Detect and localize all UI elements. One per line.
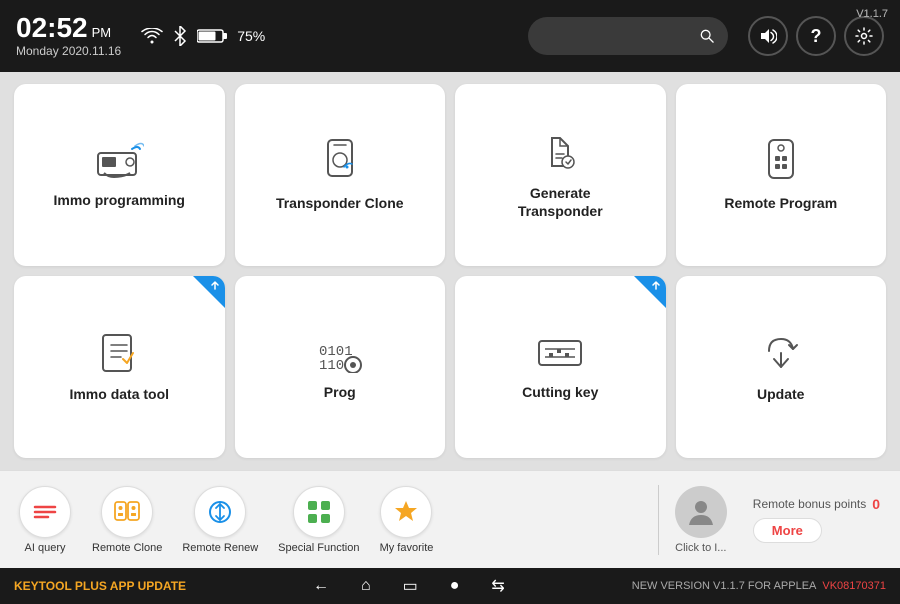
svg-text:110: 110 — [319, 358, 344, 373]
settings-button[interactable] — [844, 16, 884, 56]
nav-icons: ← ⌂ ▭ ● ⇆ — [186, 576, 632, 596]
remote-program-label: Remote Program — [724, 194, 837, 212]
card-prog[interactable]: 0101 110 Prog — [235, 276, 446, 458]
dock-items-list: AI query Remote Clone — [10, 480, 652, 560]
dock-divider — [658, 485, 659, 555]
my-favorite-label: My favorite — [380, 542, 434, 554]
time-display: 02:52 — [16, 14, 88, 42]
card-transponder-clone[interactable]: Transponder Clone — [235, 84, 446, 266]
card-immo-data-tool[interactable]: Immo data tool — [14, 276, 225, 458]
immo-programming-label: Immo programming — [54, 191, 185, 209]
time-suffix: PM — [92, 25, 112, 40]
bonus-label: Remote bonus points — [753, 497, 866, 511]
generate-transponder-label: Generate Transponder — [518, 184, 603, 220]
version-top: V1.1.7 — [856, 8, 888, 20]
date-display: Monday 2020.11.16 — [16, 44, 121, 58]
special-function-label: Special Function — [278, 542, 359, 554]
help-button[interactable]: ? — [796, 16, 836, 56]
card-generate-transponder[interactable]: Generate Transponder — [455, 84, 666, 266]
remote-program-icon — [763, 138, 799, 184]
recents-nav-icon[interactable]: ▭ — [403, 576, 418, 596]
dock-profile[interactable]: Click to I... — [675, 486, 727, 554]
update-icon — [759, 331, 803, 375]
search-bar[interactable] — [528, 17, 728, 55]
dock-ai-query[interactable]: AI query — [10, 480, 80, 560]
update-label: Update — [757, 385, 804, 403]
card-cutting-key[interactable]: Cutting key — [455, 276, 666, 458]
battery-percent: 75% — [237, 28, 265, 44]
cutting-key-icon — [535, 333, 585, 373]
transponder-clone-label: Transponder Clone — [276, 194, 404, 212]
version-text: NEW VERSION V1.1.7 FOR APPLEA — [632, 580, 817, 592]
update-text: KEYTOOL PLUS APP UPDATE — [14, 579, 186, 593]
search-icon — [700, 28, 714, 44]
remote-clone-icon-circle — [101, 486, 153, 538]
wifi-icon — [141, 28, 163, 44]
search-nav-icon[interactable]: ● — [450, 577, 460, 595]
time-block: 02:52 PM Monday 2020.11.16 — [16, 14, 121, 58]
remote-renew-label: Remote Renew — [182, 542, 258, 554]
card-update[interactable]: Update — [676, 276, 887, 458]
profile-label: Click to I... — [675, 542, 726, 554]
generate-transponder-icon — [538, 130, 582, 174]
bonus-row: Remote bonus points 0 — [753, 496, 880, 512]
my-favorite-icon-circle — [380, 486, 432, 538]
bottom-nav: KEYTOOL PLUS APP UPDATE ← ⌂ ▭ ● ⇆ NEW VE… — [0, 568, 900, 604]
home-nav-icon[interactable]: ⌂ — [361, 577, 371, 595]
immo-data-tool-icon — [97, 331, 141, 375]
dock-right-panel: Remote bonus points 0 More — [743, 496, 880, 543]
profile-avatar — [675, 486, 727, 538]
bluetooth-icon — [173, 26, 187, 46]
top-bar: 02:52 PM Monday 2020.11.16 7 — [0, 0, 900, 72]
bonus-value: 0 — [872, 496, 880, 512]
special-function-icon-circle — [293, 486, 345, 538]
ai-query-icon-circle — [19, 486, 71, 538]
serial-number: VK08170371 — [822, 580, 886, 592]
bottom-dock: AI query Remote Clone — [0, 470, 900, 568]
main-grid: Immo programming Transponder Clone Gen — [0, 72, 900, 470]
cutting-key-label: Cutting key — [522, 383, 598, 401]
transponder-clone-icon — [320, 138, 360, 184]
remote-renew-icon-circle — [194, 486, 246, 538]
back-nav-icon[interactable]: ← — [313, 577, 329, 595]
status-icons: 75% — [141, 26, 265, 46]
question-icon: ? — [811, 26, 822, 47]
prog-icon: 0101 110 — [315, 333, 365, 373]
top-icon-buttons: ? — [748, 16, 884, 56]
ai-query-label: AI query — [25, 542, 66, 554]
dock-remote-clone[interactable]: Remote Clone — [84, 480, 170, 560]
dock-my-favorite[interactable]: My favorite — [371, 480, 441, 560]
search-input[interactable] — [542, 28, 692, 44]
dock-special-function[interactable]: Special Function — [270, 480, 367, 560]
battery-icon — [197, 28, 227, 44]
immo-data-tool-label: Immo data tool — [69, 385, 169, 403]
gear-icon — [855, 27, 873, 45]
card-remote-program[interactable]: Remote Program — [676, 84, 887, 266]
immo-programming-icon — [94, 141, 144, 181]
card-badge-upload2-icon — [649, 279, 663, 293]
dock-remote-renew[interactable]: Remote Renew — [174, 480, 266, 560]
more-button[interactable]: More — [753, 518, 822, 543]
forward-nav-icon[interactable]: ⇆ — [491, 576, 504, 596]
card-badge-upload-icon — [208, 279, 222, 293]
prog-label: Prog — [324, 383, 356, 401]
volume-button[interactable] — [748, 16, 788, 56]
remote-clone-label: Remote Clone — [92, 542, 162, 554]
card-immo-programming[interactable]: Immo programming — [14, 84, 225, 266]
